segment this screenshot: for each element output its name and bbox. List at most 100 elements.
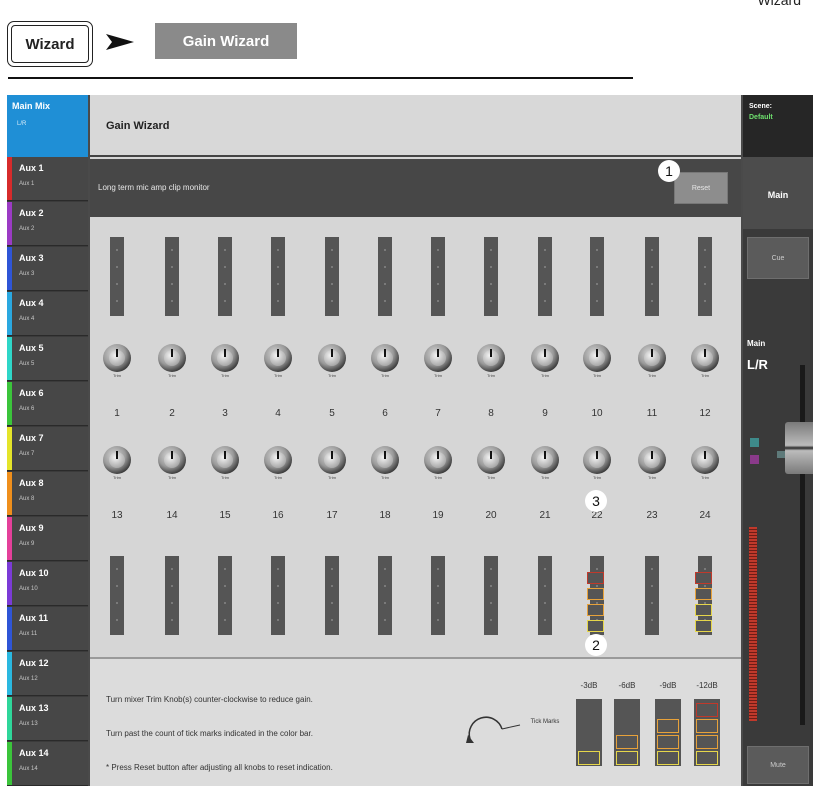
knob-pointer xyxy=(596,349,598,357)
sidebar-item-main-mix[interactable]: Main Mix L/R xyxy=(7,95,88,157)
trim-knob-icon[interactable]: Trim xyxy=(638,344,666,378)
channel-number: 7 xyxy=(435,408,441,419)
channel-grid: Trim 1 Trim 13 Trim 2 Trim 14 Trim 3 Trim 15 Trim 4 Tr… xyxy=(90,217,741,657)
channel-number: 23 xyxy=(646,510,658,521)
meter-tick xyxy=(704,300,706,302)
sidebar-item-aux-9[interactable]: Aux 9 Aux 9 xyxy=(7,517,88,561)
channel-number: 1 xyxy=(114,408,120,419)
meter-tick xyxy=(651,602,653,604)
channel-number: 3 xyxy=(222,408,228,419)
sidebar-item-label: Aux 7 xyxy=(19,433,44,443)
meter-tick xyxy=(331,249,333,251)
knob-pointer xyxy=(596,451,598,459)
meter-tick xyxy=(277,266,279,268)
knob-label: Trim xyxy=(168,373,176,378)
sidebar-item-aux-14[interactable]: Aux 14 Aux 14 xyxy=(7,742,88,786)
sidebar-item-aux-1[interactable]: Aux 1 Aux 1 xyxy=(7,157,88,201)
meter-tick xyxy=(331,585,333,587)
meter-tick xyxy=(651,585,653,587)
trim-knob-icon[interactable]: Trim xyxy=(103,344,131,378)
trim-knob-icon[interactable]: Trim xyxy=(264,344,292,378)
meter-segment xyxy=(695,588,712,600)
fader-handle[interactable] xyxy=(785,422,813,474)
meter-tick xyxy=(384,619,386,621)
trim-knob-icon[interactable]: Trim xyxy=(691,446,719,480)
sidebar-item-sub: Aux 1 xyxy=(19,181,35,187)
clip-meter-ch-23 xyxy=(645,556,659,635)
meter-tick xyxy=(171,249,173,251)
trim-knob-icon[interactable]: Trim xyxy=(424,446,452,480)
sidebar-item-aux-6[interactable]: Aux 6 Aux 6 xyxy=(7,382,88,426)
cue-button[interactable]: Cue xyxy=(747,237,809,279)
meter-tick xyxy=(116,602,118,604)
legend-meter xyxy=(614,699,640,766)
sidebar-item-aux-2[interactable]: Aux 2 Aux 2 xyxy=(7,202,88,246)
meter-tick xyxy=(116,619,118,621)
trim-knob-icon[interactable]: Trim xyxy=(531,446,559,480)
sidebar-item-aux-11[interactable]: Aux 11 Aux 11 xyxy=(7,607,88,651)
knob-pointer xyxy=(171,349,173,357)
trim-knob-icon[interactable]: Trim xyxy=(211,446,239,480)
sidebar-item-label: Main Mix xyxy=(12,101,51,111)
sidebar-item-aux-10[interactable]: Aux 10 Aux 10 xyxy=(7,562,88,606)
meter-tick xyxy=(596,283,598,285)
trim-knob-icon[interactable]: Trim xyxy=(638,446,666,480)
meter-tick xyxy=(384,585,386,587)
knob-label: Trim xyxy=(541,475,549,480)
knob-label: Trim xyxy=(381,373,389,378)
sidebar-item-aux-3[interactable]: Aux 3 Aux 3 xyxy=(7,247,88,291)
channel-number: 9 xyxy=(542,408,548,419)
sidebar-item-aux-8[interactable]: Aux 8 Aux 8 xyxy=(7,472,88,516)
corner-label: Wizard xyxy=(757,0,801,8)
clip-meter-ch-17 xyxy=(325,556,339,635)
trim-knob-icon[interactable]: Trim xyxy=(318,344,346,378)
clip-meter-ch-11 xyxy=(645,237,659,316)
knob-pointer xyxy=(116,451,118,459)
legend-segment xyxy=(696,735,718,749)
trim-knob-icon[interactable]: Trim xyxy=(158,344,186,378)
clip-meter-ch-6 xyxy=(378,237,392,316)
mute-button[interactable]: Mute xyxy=(747,746,809,784)
meter-tick xyxy=(331,602,333,604)
meter-tick xyxy=(224,300,226,302)
trim-knob-icon[interactable]: Trim xyxy=(211,344,239,378)
meter-tick xyxy=(171,568,173,570)
sidebar-item-aux-13[interactable]: Aux 13 Aux 13 xyxy=(7,697,88,741)
trim-knob-icon[interactable]: Trim xyxy=(583,446,611,480)
trim-knob-icon[interactable]: Trim xyxy=(158,446,186,480)
clip-meter-ch-5 xyxy=(325,237,339,316)
trim-knob-icon[interactable]: Trim xyxy=(371,344,399,378)
channel-number: 10 xyxy=(591,408,603,419)
sidebar-color-bar xyxy=(7,382,12,425)
scene-display[interactable]: Scene: Default xyxy=(743,95,813,157)
sidebar-item-aux-7[interactable]: Aux 7 Aux 7 xyxy=(7,427,88,471)
trim-knob-icon[interactable]: Trim xyxy=(371,446,399,480)
reset-button[interactable]: Reset xyxy=(674,172,728,204)
trim-knob-icon[interactable]: Trim xyxy=(477,446,505,480)
trim-knob-icon[interactable]: Trim xyxy=(264,446,292,480)
sidebar-item-sub: Aux 13 xyxy=(19,721,38,727)
sidebar-item-sub: Aux 7 xyxy=(19,451,35,457)
trim-knob-icon[interactable]: Trim xyxy=(583,344,611,378)
sidebar-item-aux-4[interactable]: Aux 4 Aux 4 xyxy=(7,292,88,336)
trim-knob-icon[interactable]: Trim xyxy=(477,344,505,378)
trim-knob-icon[interactable]: Trim xyxy=(691,344,719,378)
sidebar-item-sub: Aux 11 xyxy=(19,631,38,637)
meter-tick xyxy=(544,266,546,268)
sidebar-item-label: Aux 10 xyxy=(19,568,49,578)
meter-tick xyxy=(437,300,439,302)
sidebar-item-label: Aux 14 xyxy=(19,748,49,758)
meter-tick xyxy=(116,283,118,285)
clip-meter-ch-18 xyxy=(378,556,392,635)
trim-knob-icon[interactable]: Trim xyxy=(318,446,346,480)
trim-knob-icon[interactable]: Trim xyxy=(424,344,452,378)
trim-knob-icon[interactable]: Trim xyxy=(103,446,131,480)
sidebar-color-bar xyxy=(7,337,12,380)
trim-knob-icon[interactable]: Trim xyxy=(531,344,559,378)
sidebar-item-aux-12[interactable]: Aux 12 Aux 12 xyxy=(7,652,88,696)
knob-label: Trim xyxy=(221,475,229,480)
callout-2: 2 xyxy=(585,634,607,656)
header-divider xyxy=(8,77,633,79)
sidebar-item-aux-5[interactable]: Aux 5 Aux 5 xyxy=(7,337,88,381)
channel-number: 19 xyxy=(432,510,444,521)
